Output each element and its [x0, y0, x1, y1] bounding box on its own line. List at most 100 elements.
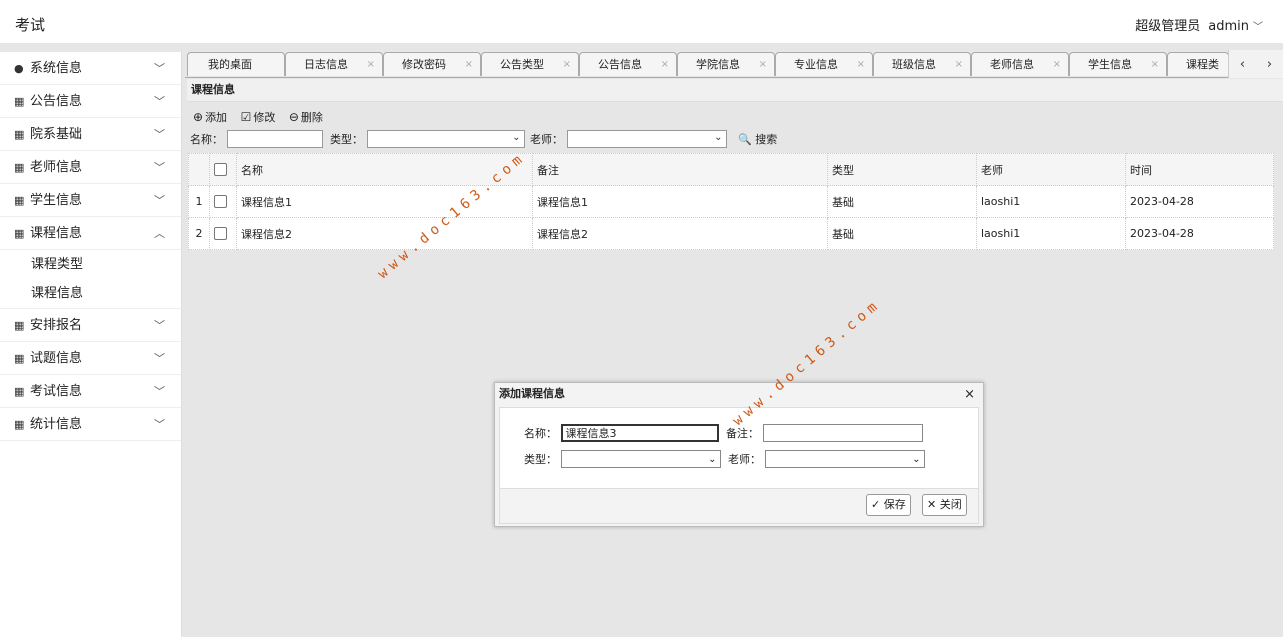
row-number: 1	[188, 185, 210, 218]
dialog-type-label: 类型：	[524, 453, 557, 466]
sidebar-subitem-course-type[interactable]: 课程类型	[0, 250, 181, 279]
column-header-teacher[interactable]: 老师	[976, 153, 1126, 186]
teacher-label: 老师：	[530, 133, 563, 146]
close-icon[interactable]: ×	[759, 53, 767, 77]
chevron-left-icon[interactable]: ‹	[1240, 57, 1245, 72]
add-button[interactable]: ⊕ 添加	[193, 110, 228, 124]
dialog-note-input[interactable]	[762, 424, 923, 442]
sidebar-item-system[interactable]: ● 系统信息 ﹀	[0, 52, 181, 85]
type-select[interactable]: ⌄	[366, 130, 525, 148]
tab-label: 学院信息	[696, 58, 740, 71]
cell-teacher: laoshi1	[976, 217, 1126, 250]
cell-name: 课程信息2	[236, 217, 533, 250]
select-all-checkbox[interactable]	[214, 163, 227, 177]
tab-label: 公告信息	[598, 58, 642, 71]
sidebar-item-student[interactable]: ▦ 学生信息 ﹀	[0, 184, 181, 217]
sidebar-item-course[interactable]: ▦ 课程信息 ︿	[0, 217, 181, 250]
grid-icon: ▦	[14, 161, 25, 174]
tab-scroll-nav: ‹ ›	[1228, 50, 1283, 78]
dialog-teacher-select[interactable]: ⌄	[764, 450, 925, 468]
tab-course-type[interactable]: 课程类型	[1167, 52, 1229, 76]
sidebar-item-teacher[interactable]: ▦ 老师信息 ﹀	[0, 151, 181, 184]
add-label: 添加	[205, 111, 228, 124]
sidebar-item-stats[interactable]: ▦ 统计信息 ﹀	[0, 408, 181, 441]
close-button[interactable]: ✕ 关闭	[922, 494, 967, 516]
tab-notice-type[interactable]: 公告类型 ×	[481, 52, 579, 76]
close-icon[interactable]: ×	[563, 53, 571, 77]
sidebar-item-department[interactable]: ▦ 院系基础 ﹀	[0, 118, 181, 151]
tab-label: 专业信息	[794, 58, 838, 71]
user-name: admin	[1208, 19, 1249, 34]
chevron-right-icon[interactable]: ›	[1267, 57, 1272, 72]
close-icon[interactable]: ×	[661, 53, 669, 77]
cell-type: 基础	[827, 185, 977, 218]
search-button[interactable]: 🔍 搜索	[738, 131, 777, 147]
tab-student[interactable]: 学生信息 ×	[1069, 52, 1167, 76]
tab-major[interactable]: 专业信息 ×	[775, 52, 873, 76]
close-icon[interactable]: ×	[964, 387, 975, 402]
tab-class[interactable]: 班级信息 ×	[873, 52, 971, 76]
grid-icon: ▦	[14, 95, 25, 108]
close-icon[interactable]: ×	[857, 53, 865, 77]
chevron-down-icon: ⌄	[512, 132, 521, 143]
table-row[interactable]: 1 课程信息1 课程信息1 基础 laoshi1 2023-04-28	[188, 185, 1274, 218]
edit-button[interactable]: ☑ 修改	[241, 110, 276, 124]
tab-notice[interactable]: 公告信息 ×	[579, 52, 677, 76]
close-icon[interactable]: ×	[465, 53, 473, 77]
select-all-cell	[209, 153, 237, 186]
dialog-type-select[interactable]: ⌄	[560, 450, 721, 468]
name-search-input[interactable]	[226, 130, 323, 148]
sidebar-item-notice[interactable]: ▦ 公告信息 ﹀	[0, 85, 181, 118]
chevron-down-icon: ﹀	[154, 62, 165, 75]
chevron-down-icon: ﹀	[1253, 22, 1263, 33]
close-icon[interactable]: ×	[1151, 53, 1159, 77]
delete-label: 删除	[300, 111, 323, 124]
sidebar-item-label: 课程信息	[30, 226, 83, 241]
search-bar: 名称： 类型： ⌄ 老师： ⌄ 🔍 搜索	[190, 130, 777, 150]
close-icon[interactable]: ×	[367, 53, 375, 77]
tab-password[interactable]: 修改密码 ×	[383, 52, 481, 76]
tab-desktop[interactable]: 我的桌面	[187, 52, 285, 76]
save-button[interactable]: ✓ 保存	[866, 494, 911, 516]
row-checkbox[interactable]	[214, 195, 227, 209]
plus-circle-icon: ⊕	[193, 110, 204, 124]
sidebar-item-label: 统计信息	[30, 417, 83, 432]
sidebar-item-label: 公告信息	[30, 94, 83, 109]
tab-label: 日志信息	[304, 58, 348, 71]
column-header-type[interactable]: 类型	[827, 153, 977, 186]
chevron-down-icon: ⌄	[714, 132, 723, 143]
chevron-down-icon: ﹀	[154, 128, 165, 141]
close-icon[interactable]: ×	[1053, 53, 1061, 77]
sidebar-item-label: 试题信息	[30, 351, 83, 366]
sidebar-item-label: 系统信息	[30, 61, 83, 76]
column-header-time[interactable]: 时间	[1125, 153, 1274, 186]
column-header-note[interactable]: 备注	[532, 153, 828, 186]
sidebar-item-label: 院系基础	[30, 127, 83, 142]
user-menu[interactable]: 超级管理员 admin ﹀	[1135, 15, 1263, 34]
chevron-down-icon: ﹀	[154, 161, 165, 174]
tab-label: 学生信息	[1088, 58, 1132, 71]
top-bar: 考试 超级管理员 admin ﹀	[0, 0, 1283, 44]
tab-log[interactable]: 日志信息 ×	[285, 52, 383, 76]
close-icon: ✕	[927, 498, 937, 511]
chevron-up-icon: ︿	[154, 227, 165, 240]
sidebar-item-enroll[interactable]: ▦ 安排报名 ﹀	[0, 309, 181, 342]
row-checkbox[interactable]	[214, 227, 227, 241]
teacher-select[interactable]: ⌄	[566, 130, 727, 148]
grid-icon: ▦	[14, 385, 25, 398]
grid-icon: ▦	[14, 352, 25, 365]
close-icon[interactable]: ×	[955, 53, 963, 77]
sidebar-item-exam[interactable]: ▦ 考试信息 ﹀	[0, 375, 181, 408]
check-icon: ✓	[871, 498, 881, 511]
sidebar-subitem-course-info[interactable]: 课程信息	[0, 279, 181, 309]
chevron-down-icon: ⌄	[912, 454, 921, 465]
dialog-name-label: 名称：	[524, 427, 557, 440]
sidebar-item-questions[interactable]: ▦ 试题信息 ﹀	[0, 342, 181, 375]
dialog-name-input[interactable]: 课程信息3	[560, 424, 719, 442]
tab-college[interactable]: 学院信息 ×	[677, 52, 775, 76]
toolbar: ⊕ 添加 ☑ 修改 ⊖ 删除	[193, 109, 333, 125]
delete-button[interactable]: ⊖ 删除	[289, 110, 323, 124]
tab-teacher[interactable]: 老师信息 ×	[971, 52, 1069, 76]
table-row[interactable]: 2 课程信息2 课程信息2 基础 laoshi1 2023-04-28	[188, 217, 1274, 250]
sidebar-item-label: 考试信息	[30, 384, 83, 399]
